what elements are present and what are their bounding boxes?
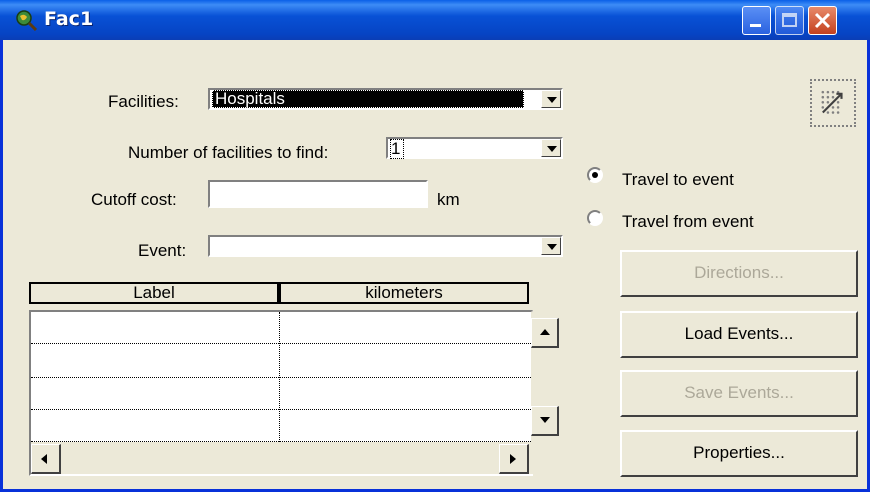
- close-icon: [814, 12, 831, 29]
- horizontal-scrollbar[interactable]: [29, 442, 533, 476]
- travel-to-event-radio[interactable]: [587, 167, 603, 183]
- maximize-icon: [782, 13, 797, 27]
- close-button[interactable]: [808, 6, 837, 35]
- minimize-icon: [750, 24, 761, 27]
- app-globe-icon: [16, 10, 38, 32]
- maximize-button[interactable]: [775, 6, 804, 35]
- cutoff-cost-label: Cutoff cost:: [91, 190, 177, 209]
- scroll-down-button[interactable]: [531, 406, 559, 436]
- directions-button[interactable]: Directions...: [620, 250, 858, 297]
- chevron-down-icon: [547, 244, 557, 250]
- column-divider: [279, 312, 280, 442]
- arrow-right-icon: [510, 454, 516, 464]
- travel-from-event-label[interactable]: Travel from event: [622, 212, 754, 232]
- travel-to-event-label[interactable]: Travel to event: [622, 170, 734, 190]
- properties-button[interactable]: Properties...: [620, 430, 858, 477]
- vertical-scrollbar[interactable]: [531, 312, 561, 442]
- chevron-down-icon: [547, 97, 557, 103]
- arrow-left-icon: [41, 454, 47, 464]
- num-facilities-label: Number of facilities to find:: [128, 143, 329, 162]
- num-facilities-dropdown-arrow[interactable]: [541, 139, 561, 157]
- event-dropdown-arrow[interactable]: [541, 237, 561, 255]
- save-events-button[interactable]: Save Events...: [620, 370, 858, 417]
- event-dropdown[interactable]: [208, 235, 563, 257]
- load-events-button[interactable]: Load Events...: [620, 311, 858, 358]
- column-header-label[interactable]: Label: [29, 282, 279, 304]
- route-icon: [821, 90, 843, 114]
- arrow-down-icon: [540, 417, 550, 423]
- scroll-left-button[interactable]: [31, 444, 61, 474]
- facilities-dropdown-arrow[interactable]: [541, 90, 561, 108]
- table-row[interactable]: [31, 410, 531, 442]
- facilities-value: Hospitals: [212, 90, 524, 108]
- travel-from-event-radio[interactable]: [587, 210, 603, 226]
- window-title: Fac1: [44, 8, 94, 30]
- table-row[interactable]: [31, 378, 531, 410]
- fac1-window: Fac1 Facilities: Hospitals Number of fac…: [0, 0, 870, 492]
- cutoff-cost-input[interactable]: [208, 180, 428, 208]
- arrow-up-icon: [540, 329, 550, 335]
- num-facilities-value: 1: [390, 139, 404, 159]
- direction-tool-button[interactable]: [810, 79, 856, 127]
- scroll-up-button[interactable]: [531, 318, 559, 348]
- chevron-down-icon: [547, 146, 557, 152]
- table-row[interactable]: [31, 312, 531, 344]
- radio-selected-dot: [592, 172, 598, 178]
- table-row[interactable]: [31, 346, 531, 378]
- event-label: Event:: [138, 241, 187, 260]
- cutoff-unit: km: [437, 190, 460, 209]
- title-bar[interactable]: Fac1: [0, 0, 870, 40]
- facilities-dropdown[interactable]: Hospitals: [208, 88, 563, 110]
- column-header-kilometers[interactable]: kilometers: [279, 282, 529, 304]
- minimize-button[interactable]: [742, 6, 771, 35]
- scroll-right-button[interactable]: [499, 444, 529, 474]
- facilities-label: Facilities:: [108, 92, 179, 111]
- num-facilities-dropdown[interactable]: 1: [386, 137, 563, 159]
- results-table: [29, 310, 533, 442]
